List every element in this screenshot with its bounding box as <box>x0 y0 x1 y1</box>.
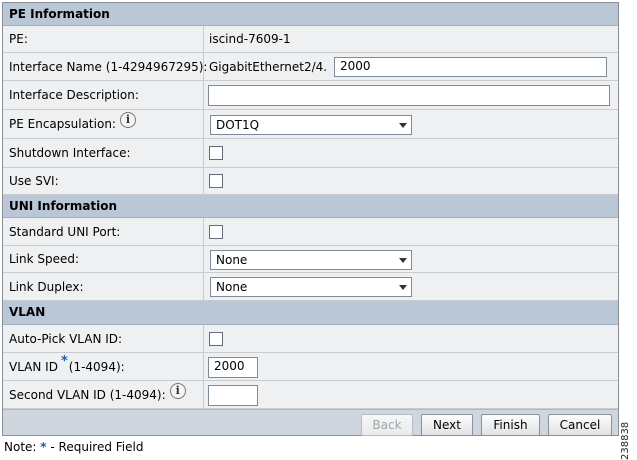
standard-uni-port-checkbox[interactable] <box>209 225 223 239</box>
column-divider <box>203 353 204 380</box>
column-divider <box>203 325 204 352</box>
dropdown-arrow-icon <box>399 285 407 290</box>
section-header-uni: UNI Information <box>3 195 618 218</box>
row-vlan-id: VLAN ID * (1-4094): 2000 <box>3 353 618 381</box>
dropdown-arrow-icon <box>399 258 407 263</box>
figure-id: 238838 <box>620 421 631 460</box>
standard-uni-port-label: Standard UNI Port: <box>9 224 121 239</box>
interface-name-prefix: GigabitEthernet2/4. <box>209 59 328 74</box>
shutdown-interface-checkbox[interactable] <box>209 146 223 160</box>
interface-description-input[interactable] <box>208 85 610 106</box>
link-speed-value: None <box>216 253 248 267</box>
column-divider <box>203 246 204 272</box>
link-duplex-select[interactable]: None <box>210 277 412 297</box>
vlan-id-label-wrap: VLAN ID * (1-4094): <box>9 353 125 380</box>
finish-button[interactable]: Finish <box>481 414 540 436</box>
row-standard-uni-port: Standard UNI Port: <box>3 218 618 246</box>
second-vlan-label: Second VLAN ID (1-4094): <box>9 387 166 402</box>
vlan-id-input[interactable]: 2000 <box>208 357 258 378</box>
dropdown-arrow-icon <box>399 123 407 128</box>
row-link-speed: Link Speed: None <box>3 246 618 273</box>
pe-encapsulation-label: PE Encapsulation: <box>9 117 116 131</box>
section-header-pe: PE Information <box>3 3 618 26</box>
pe-label: PE: <box>9 32 28 46</box>
link-speed-label: Link Speed: <box>9 252 80 266</box>
row-pe: PE: iscind-7609-1 <box>3 26 618 53</box>
section-title-vlan: VLAN <box>9 305 46 319</box>
column-divider <box>203 26 204 52</box>
column-divider <box>203 381 204 408</box>
column-divider <box>203 53 204 80</box>
column-divider <box>203 139 204 167</box>
column-divider <box>203 81 204 109</box>
cancel-button[interactable]: Cancel <box>548 414 612 436</box>
pe-value: iscind-7609-1 <box>209 32 291 46</box>
button-bar: Back Next Finish Cancel <box>3 409 618 436</box>
interface-description-label: Interface Description: <box>9 88 139 102</box>
row-shutdown-interface: Shutdown Interface: <box>3 139 618 168</box>
pe-encapsulation-value: DOT1Q <box>216 118 260 132</box>
vlan-id-range: (1-4094): <box>68 359 125 374</box>
section-title-pe: PE Information <box>9 7 110 21</box>
info-icon[interactable]: i <box>169 382 186 399</box>
note-required-marker: * <box>40 440 47 454</box>
row-pe-encapsulation: PE Encapsulation: i DOT1Q <box>3 110 618 139</box>
next-button[interactable]: Next <box>421 414 473 436</box>
vlan-id-label: VLAN ID <box>9 359 58 374</box>
use-svi-checkbox[interactable] <box>209 174 223 188</box>
row-use-svi: Use SVI: <box>3 168 618 195</box>
row-interface-description: Interface Description: <box>3 81 618 110</box>
link-speed-select[interactable]: None <box>210 250 412 270</box>
second-vlan-id-input[interactable] <box>208 385 258 406</box>
auto-pick-vlan-label: Auto-Pick VLAN ID: <box>9 331 123 346</box>
row-link-duplex: Link Duplex: None <box>3 273 618 301</box>
required-marker: * <box>60 354 68 369</box>
link-duplex-value: None <box>216 280 248 294</box>
column-divider <box>203 168 204 194</box>
column-divider <box>203 218 204 245</box>
link-duplex-label: Link Duplex: <box>9 279 84 294</box>
row-auto-pick-vlan: Auto-Pick VLAN ID: <box>3 325 618 353</box>
column-divider <box>203 273 204 300</box>
second-vlan-label-wrap: Second VLAN ID (1-4094): i <box>9 381 186 408</box>
row-interface-name: Interface Name (1-4294967295): GigabitEt… <box>3 53 618 81</box>
pe-form-panel: PE Information PE: iscind-7609-1 Interfa… <box>2 2 619 436</box>
interface-name-input[interactable]: 2000 <box>334 57 607 77</box>
info-icon[interactable]: i <box>119 112 136 128</box>
column-divider <box>203 110 204 138</box>
shutdown-interface-label: Shutdown Interface: <box>9 146 131 160</box>
interface-name-label: Interface Name (1-4294967295): <box>9 59 208 74</box>
note-text: - Required Field <box>50 440 144 454</box>
row-second-vlan-id: Second VLAN ID (1-4094): i <box>3 381 618 409</box>
back-button[interactable]: Back <box>361 414 413 436</box>
section-header-vlan: VLAN <box>3 301 618 325</box>
note-prefix: Note: <box>4 440 37 454</box>
section-title-uni: UNI Information <box>9 199 118 213</box>
use-svi-label: Use SVI: <box>9 174 59 188</box>
pe-encapsulation-label-wrap: PE Encapsulation: i <box>9 110 136 138</box>
required-field-note: Note: * - Required Field <box>4 440 143 454</box>
auto-pick-vlan-checkbox[interactable] <box>209 332 223 346</box>
pe-encapsulation-select[interactable]: DOT1Q <box>210 115 412 135</box>
